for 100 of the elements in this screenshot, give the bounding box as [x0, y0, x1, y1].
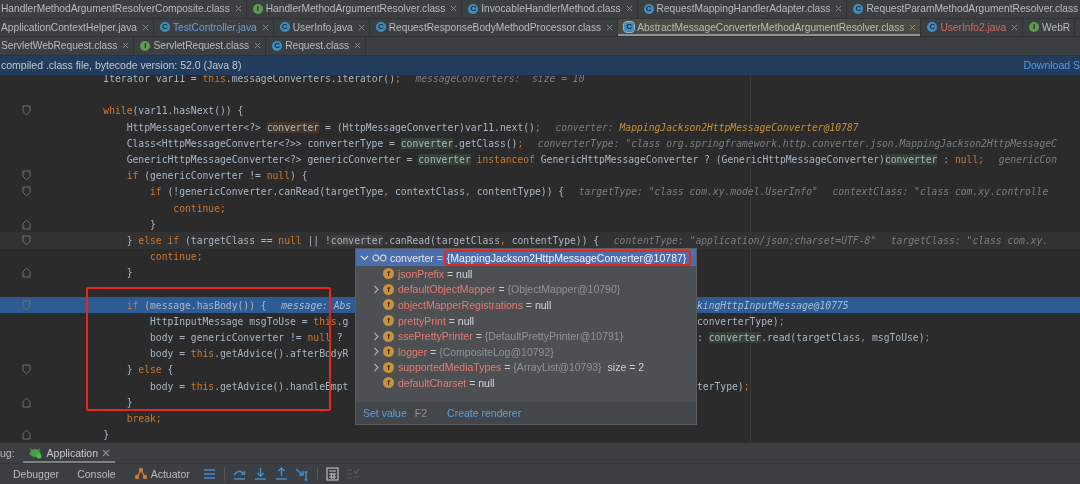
variable-row[interactable]: f supportedMediaTypes = {ArrayList@10793} size = 2	[356, 359, 696, 376]
editor-tab[interactable]: C RequestMappingHandlerAdapter.class	[637, 0, 848, 18]
interface-icon: I	[1029, 22, 1040, 33]
code-line: : converter.read(targetClass, msgToUse);	[697, 332, 931, 344]
class-icon: C	[159, 22, 170, 33]
editor-tab[interactable]: ServletWebRequest.class	[0, 37, 135, 55]
editor-tab[interactable]: HandlerMethodArgumentResolverComposite.class	[0, 0, 247, 18]
variable-text: logger = {CompositeLog@10792}	[398, 345, 554, 358]
close-icon[interactable]	[450, 5, 458, 13]
glasses-icon	[372, 253, 387, 262]
variable-row[interactable]: f ssePrettyPrinter = {DefaultPrettyPrinter@10791}	[356, 328, 696, 344]
close-icon[interactable]	[122, 42, 130, 50]
close-icon[interactable]	[606, 23, 614, 31]
session-tab[interactable]: Application	[22, 442, 115, 463]
code-line: }	[150, 218, 156, 230]
chevron-icon[interactable]	[360, 253, 369, 262]
editor-tab[interactable]: ApplicationContextHelper.java	[0, 18, 154, 36]
fold-marker-icon[interactable]	[22, 396, 31, 408]
code-line: Iterator var11 = this.messageConverters.iterator(); messageConverters: size = 10	[103, 74, 585, 85]
close-icon[interactable]	[102, 448, 110, 457]
close-icon[interactable]	[354, 42, 362, 50]
class-icon: C	[279, 22, 290, 33]
shortcut-label: F2	[414, 407, 428, 419]
code-line: continue;	[173, 202, 226, 214]
close-icon[interactable]	[234, 5, 242, 13]
close-icon[interactable]	[141, 23, 149, 31]
fold-marker-icon[interactable]	[22, 186, 31, 198]
field-icon: f	[383, 361, 394, 373]
variable-text: converter =	[390, 251, 443, 264]
variable-row[interactable]: f prettyPrint = null	[356, 312, 696, 329]
close-icon[interactable]	[357, 23, 365, 31]
editor-tab[interactable]: C UserInfo.java	[273, 18, 370, 36]
code-line: }	[103, 429, 110, 441]
variable-text: jsonPrefix = null	[398, 267, 473, 280]
code-line: HttpMessageConverter<?> converter = (HttpMessageConverter)var11.next(); converter: MappingJackson2HttpMessageConverter@10787	[126, 121, 859, 133]
variable-row[interactable]: f defaultObjectMapper = {ObjectMapper@10790}	[356, 281, 696, 298]
fold-marker-icon[interactable]	[22, 267, 31, 279]
calculator-icon	[324, 466, 340, 481]
graph-icon	[133, 467, 148, 480]
class-icon: C	[468, 3, 479, 14]
interface-icon: I	[140, 40, 151, 51]
field-icon: f	[383, 283, 394, 295]
editor-tab[interactable]: I ServletRequest.class	[134, 37, 267, 55]
download-link[interactable]: Download S	[1023, 59, 1080, 71]
popup-action-link[interactable]: Set value	[363, 407, 407, 419]
panel-title: ug:	[0, 446, 15, 459]
code-line: GenericHttpMessageConverter<?> genericConverter = converter instanceof GenericHttpMessageConverter ? (GenericHttpMessageConverter)converter : null; genericCon	[126, 154, 1057, 166]
step-into-icon	[252, 466, 268, 481]
popup-action-link[interactable]: Create renderer	[447, 407, 522, 419]
view-tab[interactable]: Console	[68, 463, 125, 484]
variable-text: defaultObjectMapper = {ObjectMapper@10790}	[398, 283, 621, 296]
code-line: converterType);	[697, 315, 785, 327]
variable-row[interactable]: converter = {MappingJackson2HttpMessageConverter@10787}	[356, 249, 696, 266]
editor-tab[interactable]: C UserInfo2.java	[921, 18, 1024, 36]
fold-marker-icon[interactable]	[22, 429, 31, 441]
code-line: if (genericConverter != null) {	[126, 170, 308, 182]
field-icon: f	[383, 299, 394, 311]
variable-row[interactable]: f logger = {CompositeLog@10792}	[356, 343, 696, 360]
variable-row[interactable]: f objectMapperRegistrations = null	[356, 297, 696, 313]
bug-icon	[27, 446, 43, 459]
close-icon[interactable]	[625, 5, 633, 13]
step-out-icon	[273, 466, 289, 481]
code-line: Class<HttpMessageConverter<?>> converterType = converter.getClass(); converterType: "class org.springframework.http.converter.json.MappingJackson2HttpMessageC	[126, 137, 1057, 149]
view-tab[interactable]: Debugger	[4, 463, 69, 484]
editor-tab[interactable]: I WebR	[1023, 18, 1076, 36]
fold-marker-icon[interactable]	[22, 218, 31, 230]
fold-marker-icon[interactable]	[22, 299, 31, 311]
close-icon[interactable]	[909, 23, 917, 31]
variable-text: supportedMediaTypes = {ArrayList@10793} size = 2	[398, 361, 645, 374]
editor-tab[interactable]: C Request.class	[266, 37, 367, 55]
variable-row[interactable]: f jsonPrefix = null	[356, 266, 696, 282]
close-icon[interactable]	[835, 5, 843, 13]
abstract-class-icon: C	[624, 22, 635, 33]
close-icon[interactable]	[261, 23, 269, 31]
editor-tab[interactable]: I HandlerMethodArgumentResolver.class	[246, 0, 463, 18]
variable-text: objectMapperRegistrations = null	[398, 299, 552, 311]
code-line: if (!genericConverter.canRead(targetType, contextClass, contentType)) { targetType: "class com.xy.model.UserInfo" contextClass: "class com.xy.controlle	[150, 186, 1049, 198]
view-tab[interactable]: Actuator	[124, 463, 199, 484]
variable-row[interactable]: f defaultCharset = null	[356, 375, 696, 391]
fold-marker-icon[interactable]	[22, 170, 31, 182]
code-line: } else {	[126, 364, 174, 376]
code-line: while(var11.hasNext()) {	[103, 105, 244, 117]
menu-icon	[201, 466, 217, 481]
code-line: if (message.hasBody()) { message: Abs	[126, 299, 352, 311]
fold-marker-icon[interactable]	[22, 364, 31, 376]
expand-chevron-icon[interactable]	[372, 284, 380, 294]
close-icon[interactable]	[1011, 23, 1019, 31]
editor-tab[interactable]: C RequestParamMethodArgumentResolver.class	[847, 0, 1080, 18]
list-icon	[345, 466, 361, 481]
variable-value: {MappingJackson2HttpMessageConverter@10787}	[445, 251, 690, 264]
fold-marker-icon[interactable]	[22, 234, 31, 246]
class-icon: C	[272, 40, 283, 51]
code-line: kingHttpInputMessage@10775	[697, 299, 849, 311]
close-icon[interactable]	[254, 42, 262, 50]
code-line: terType);	[697, 380, 750, 392]
editor-tab[interactable]: C TestController.java	[153, 18, 274, 36]
fold-marker-icon[interactable]	[22, 105, 31, 117]
variable-text: ssePrettyPrinter = {DefaultPrettyPrinter@10791}	[398, 330, 624, 343]
code-line: }	[126, 396, 133, 408]
editor-tab[interactable]: C InvocableHandlerMethod.class	[462, 0, 638, 18]
